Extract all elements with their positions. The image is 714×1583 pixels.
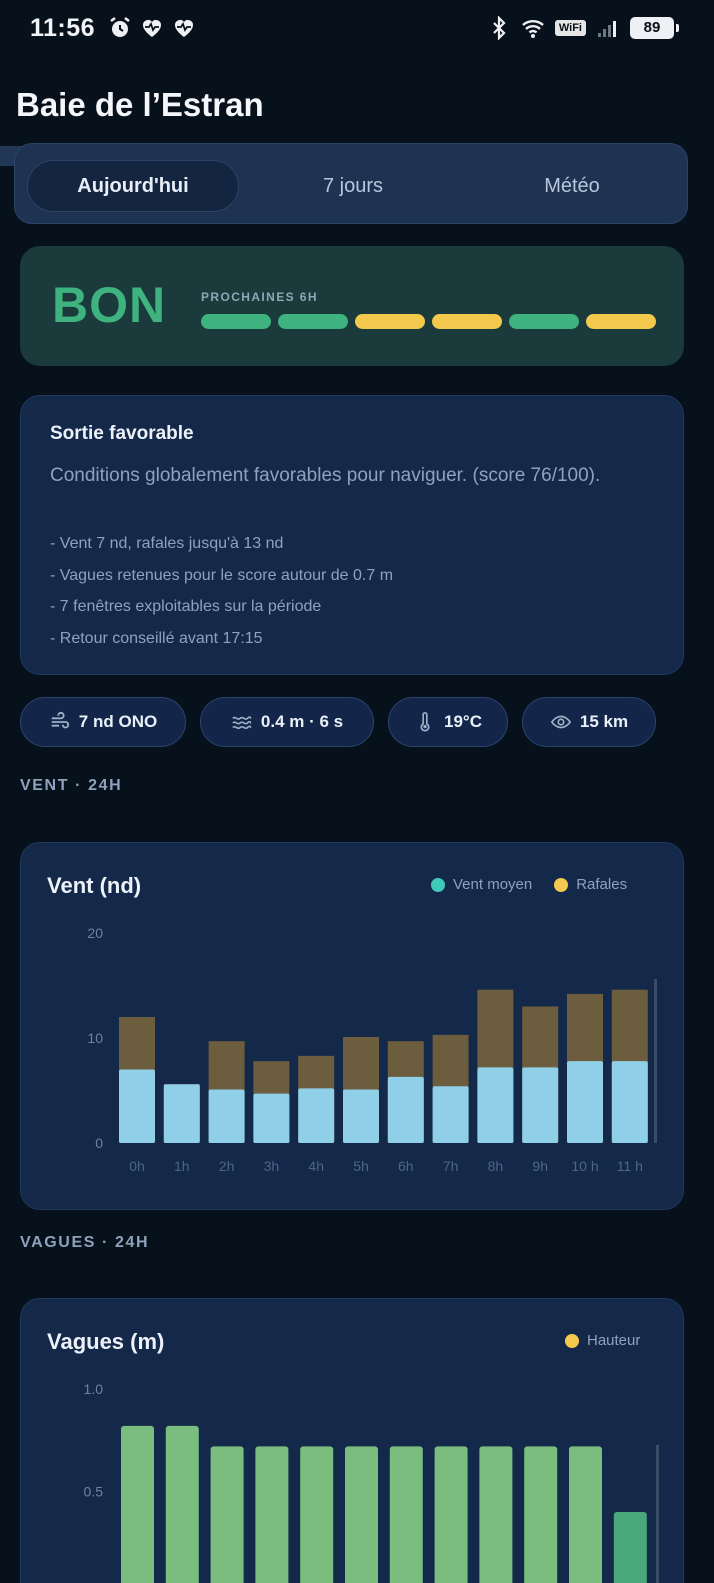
- wind-icon: [51, 711, 69, 729]
- wave-height-bar: [255, 1446, 289, 1583]
- y-tick-label: 20: [87, 925, 103, 941]
- wave-height-bar: [121, 1425, 154, 1583]
- section-label-waves: VAGUES · 24H: [20, 1234, 150, 1251]
- signal-icon: [598, 21, 616, 37]
- wave-height-bar: [569, 1446, 602, 1583]
- x-tick-label: 4h: [308, 1158, 324, 1174]
- wind-chart-card: Vent (nd) Vent moyen Rafales 0 10 20 0h 1h 2h…: [20, 842, 684, 1210]
- summary-bullet: - Vent 7 nd, rafales jusqu'à 13 nd: [50, 535, 284, 552]
- summary-bullet: - Retour conseillé avant 17:15: [50, 630, 263, 647]
- scroll-indicator[interactable]: [654, 979, 657, 1143]
- status-time: 11:56: [30, 14, 96, 42]
- health-heart-icon: [143, 19, 161, 37]
- alarm-icon: [110, 17, 130, 37]
- next-hours-segment: [355, 314, 425, 329]
- waves-pill[interactable]: 0.4 m · 6 s: [200, 697, 374, 747]
- next-hours-segment: [432, 314, 502, 329]
- next-hours-segment: [586, 314, 656, 329]
- verdict-card: BON PROCHAINES 6H: [20, 246, 684, 366]
- x-tick-label: 3h: [264, 1158, 280, 1174]
- x-tick-label: 9h: [532, 1158, 548, 1174]
- summary-bullet: - 7 fenêtres exploitables sur la période: [50, 598, 322, 615]
- wifi-icon: [522, 20, 544, 38]
- temperature-pill[interactable]: 19°C: [388, 697, 508, 747]
- scroll-indicator[interactable]: [656, 1445, 659, 1583]
- wave-height-bar: [613, 1512, 647, 1583]
- mean-wind-bar: [567, 1061, 603, 1143]
- waves-chart: 0.5 1.0: [84, 1381, 659, 1583]
- summary-title: Sortie favorable: [50, 423, 194, 444]
- waves-icon: [232, 716, 252, 730]
- x-tick-label: 8h: [488, 1158, 504, 1174]
- x-tick-label: 2h: [219, 1158, 235, 1174]
- wave-height-bar: [165, 1425, 199, 1583]
- mean-wind-bar: [253, 1093, 290, 1143]
- x-tick-label: 6h: [398, 1158, 414, 1174]
- visibility-pill[interactable]: 15 km: [522, 697, 656, 747]
- mean-wind-bar: [477, 1067, 514, 1143]
- wave-height-bar: [389, 1446, 423, 1583]
- section-label-wind: VENT · 24H: [20, 777, 123, 794]
- wifi-badge: WiFi: [554, 20, 586, 36]
- thermometer-icon: [420, 712, 430, 732]
- mean-wind-bar: [611, 1061, 648, 1143]
- mean-wind-bar: [298, 1088, 335, 1143]
- bluetooth-icon: [493, 16, 506, 40]
- tab-weather[interactable]: Météo: [466, 160, 678, 212]
- x-tick-label: 1h: [174, 1158, 190, 1174]
- y-tick-label: 1.0: [84, 1381, 104, 1397]
- mean-wind-bar: [522, 1067, 559, 1143]
- wave-height-bar: [524, 1446, 558, 1583]
- mean-wind-bar: [343, 1089, 379, 1143]
- next-hours-segment: [509, 314, 579, 329]
- tab-bar: Aujourd'hui 7 jours Météo: [14, 143, 688, 224]
- temperature-pill-label: 19°C: [444, 712, 482, 731]
- wave-height-bar: [345, 1446, 378, 1583]
- wave-height-bar: [434, 1446, 468, 1583]
- y-tick-label: 0: [95, 1135, 103, 1151]
- x-tick-label: 11 h: [617, 1158, 643, 1174]
- tab-7-days[interactable]: 7 jours: [247, 160, 459, 212]
- summary-bullet: - Vagues retenues pour le score autour d…: [50, 567, 394, 584]
- x-tick-label: 5h: [353, 1158, 369, 1174]
- waves-pill-label: 0.4 m · 6 s: [260, 712, 344, 731]
- summary-card: Sortie favorable Conditions globalement …: [20, 395, 684, 675]
- mean-wind-bar: [387, 1076, 424, 1143]
- verdict-word: BON: [52, 277, 167, 333]
- y-tick-label: 10: [87, 1030, 103, 1046]
- mean-wind-bar: [119, 1069, 155, 1143]
- wave-height-bar: [210, 1446, 244, 1583]
- wave-height-bar: [479, 1446, 513, 1583]
- visibility-pill-label: 15 km: [579, 712, 629, 731]
- wind-pill[interactable]: 7 nd ONO: [20, 697, 186, 747]
- wind-pill-label: 7 nd ONO: [78, 712, 158, 731]
- mean-wind-bar: [208, 1089, 245, 1143]
- next-hours-segment: [278, 314, 348, 329]
- y-tick-label: 0.5: [84, 1484, 104, 1500]
- mean-wind-bar: [432, 1086, 469, 1143]
- page-title: Baie de l’Estran: [16, 86, 264, 123]
- x-tick-label: 10 h: [571, 1158, 598, 1174]
- x-tick-label: 0h: [129, 1158, 145, 1174]
- summary-description: Conditions globalement favorables pour n…: [50, 465, 601, 486]
- tab-today[interactable]: Aujourd'hui: [27, 160, 239, 212]
- next-hours-label: PROCHAINES 6H: [201, 290, 318, 304]
- status-bar: 11:56 WiFi 89: [0, 0, 714, 60]
- wave-height-bar: [300, 1446, 334, 1583]
- status-icons-left: [108, 16, 196, 40]
- battery-indicator: 89: [630, 17, 679, 39]
- waves-chart-card: Vagues (m) Hauteur 0.5 1.0: [20, 1298, 684, 1583]
- x-tick-label: 7h: [443, 1158, 459, 1174]
- mean-wind-bar: [163, 1084, 200, 1143]
- wind-chart: 0 10 20 0h 1h 2h 3h 4h 5h 6h 7h 8h 9h 10 h 11 h: [87, 925, 657, 1174]
- eye-icon: [550, 715, 572, 729]
- next-hours-segment: [201, 314, 271, 329]
- status-icons-right: WiFi 89: [487, 16, 679, 40]
- health-heart-icon-2: [175, 19, 193, 37]
